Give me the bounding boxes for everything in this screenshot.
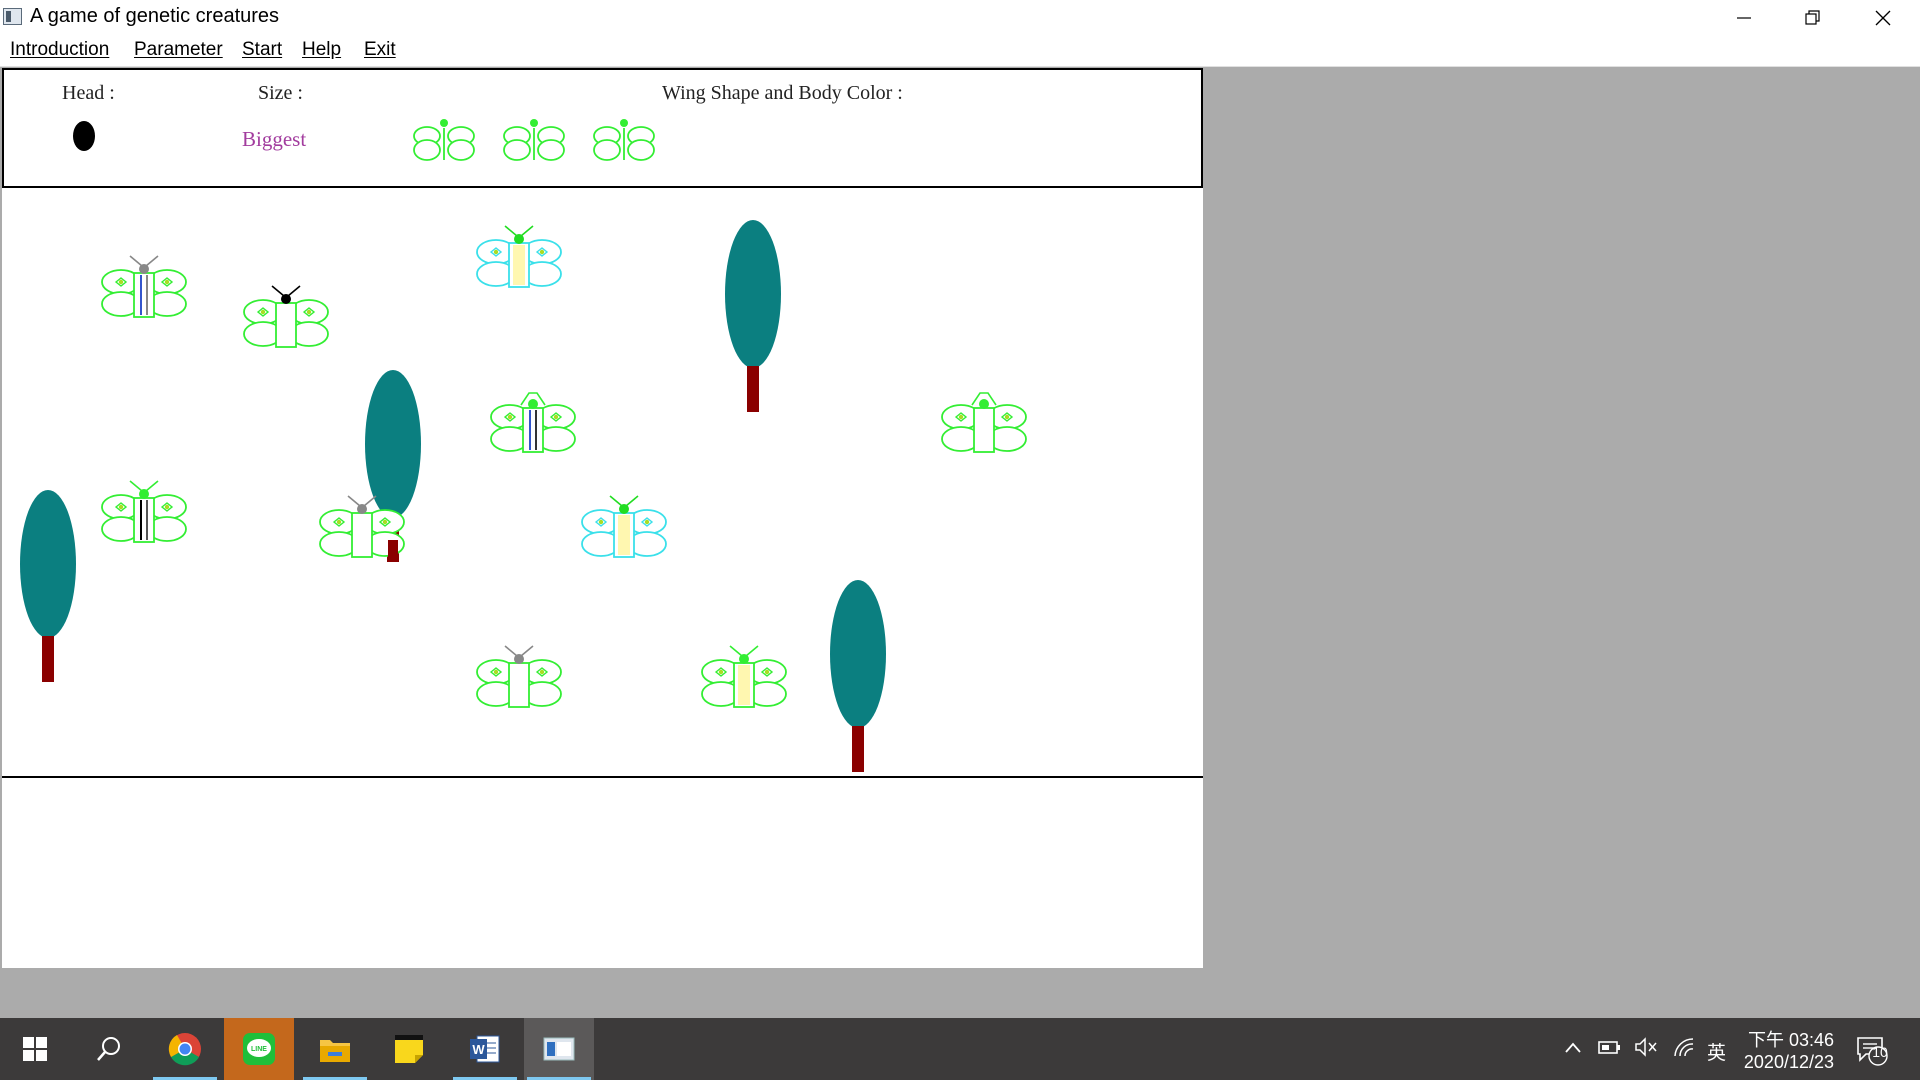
clock-time[interactable]: 下午 03:46 — [1738, 1026, 1834, 1052]
file-explorer-icon — [320, 1040, 350, 1062]
taskbar: LINE W — [0, 1018, 1920, 1080]
line-icon: LINE — [243, 1033, 275, 1065]
battery-icon[interactable] — [1598, 1037, 1622, 1057]
search-button[interactable] — [74, 1018, 144, 1080]
wifi-icon[interactable] — [1672, 1036, 1696, 1058]
tree-2-trunk — [388, 540, 398, 562]
creature-10 — [701, 645, 787, 708]
taskbar-chrome[interactable] — [150, 1018, 220, 1080]
creature-3 — [476, 225, 562, 288]
status-panel — [2, 778, 1203, 968]
taskbar-line[interactable]: LINE — [224, 1018, 294, 1080]
creature-4 — [490, 392, 576, 453]
input-language-indicator[interactable]: 英 — [1707, 1038, 1726, 1065]
sticky-notes-icon — [395, 1035, 423, 1063]
word-icon: W — [470, 1035, 500, 1063]
creature-6 — [101, 480, 187, 543]
creature-9 — [476, 645, 562, 708]
taskbar-genetic-game[interactable] — [524, 1018, 594, 1080]
clock-date[interactable]: 2020/12/23 — [1738, 1052, 1834, 1073]
taskbar-file-explorer[interactable] — [300, 1018, 370, 1080]
search-icon — [97, 1037, 120, 1061]
tree-3 — [20, 490, 76, 682]
notification-count: 10 — [1872, 1044, 1888, 1060]
genetic-game-app-icon — [543, 1037, 575, 1061]
start-button[interactable] — [0, 1018, 70, 1080]
tree-1 — [725, 220, 781, 412]
svg-text:LINE: LINE — [251, 1046, 267, 1053]
taskbar-sticky-notes[interactable] — [374, 1018, 444, 1080]
creature-5 — [941, 392, 1027, 453]
chrome-icon — [168, 1033, 201, 1066]
tree-4 — [830, 580, 886, 772]
creature-8 — [581, 495, 667, 558]
volume-muted-icon[interactable] — [1634, 1036, 1658, 1058]
show-hidden-icons-icon[interactable] — [1564, 1040, 1582, 1054]
creature-1 — [101, 255, 187, 318]
taskbar-word[interactable]: W — [450, 1018, 520, 1080]
creature-2 — [243, 285, 329, 348]
svg-text:W: W — [472, 1042, 485, 1057]
windows-start-icon — [23, 1037, 47, 1061]
